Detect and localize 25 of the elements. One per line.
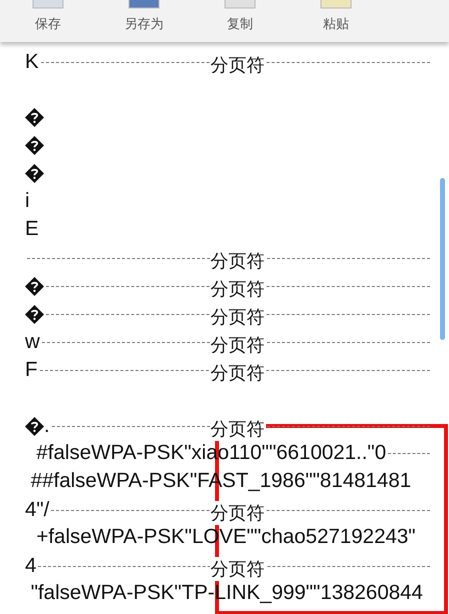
document-text: 4"/ — [25, 498, 50, 522]
toolbar-button[interactable]: 另存为 — [124, 15, 164, 33]
toolbar-button[interactable]: 复制 — [227, 15, 253, 33]
document-text: i — [25, 189, 30, 213]
page-break-label: 分页符 — [210, 557, 266, 581]
toolbar-button[interactable]: 保存 — [35, 15, 61, 33]
scrollbar[interactable] — [440, 178, 445, 340]
document-text: K — [25, 50, 39, 74]
question-diamond-icon — [25, 276, 44, 296]
document-icon[interactable] — [31, 0, 65, 10]
document-text: w — [25, 330, 40, 354]
question-diamond-icon — [25, 136, 44, 154]
document-icon[interactable] — [319, 0, 353, 10]
document-text: F — [25, 358, 38, 382]
document-text: . — [44, 414, 50, 438]
document-icon[interactable] — [127, 0, 161, 10]
document-icon[interactable] — [223, 0, 257, 10]
question-diamond-icon — [25, 304, 44, 324]
question-diamond-icon — [25, 416, 44, 436]
page-break-label: 分页符 — [210, 501, 266, 525]
document-text: 4 — [25, 554, 36, 578]
question-diamond-icon — [25, 108, 44, 126]
document-text: E — [25, 217, 39, 241]
toolbar-button[interactable]: 粘贴 — [323, 15, 349, 33]
question-diamond-icon — [25, 164, 44, 182]
